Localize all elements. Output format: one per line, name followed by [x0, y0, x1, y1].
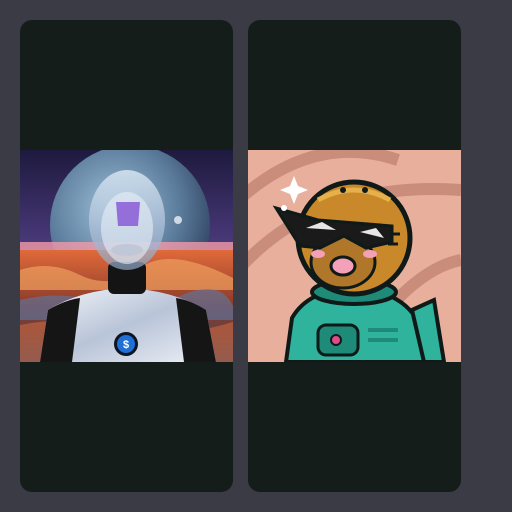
badge-glyph: $	[123, 339, 129, 351]
nft-card-astronaut[interactable]	[248, 20, 461, 492]
card-image-robot[interactable]: $	[20, 150, 233, 362]
robot-artwork: $	[20, 150, 233, 362]
nft-card-robot[interactable]: $	[20, 20, 233, 492]
astronaut-artwork	[248, 150, 461, 362]
scrollbar-track[interactable]	[496, 0, 512, 512]
card-image-astronaut[interactable]	[248, 150, 461, 362]
